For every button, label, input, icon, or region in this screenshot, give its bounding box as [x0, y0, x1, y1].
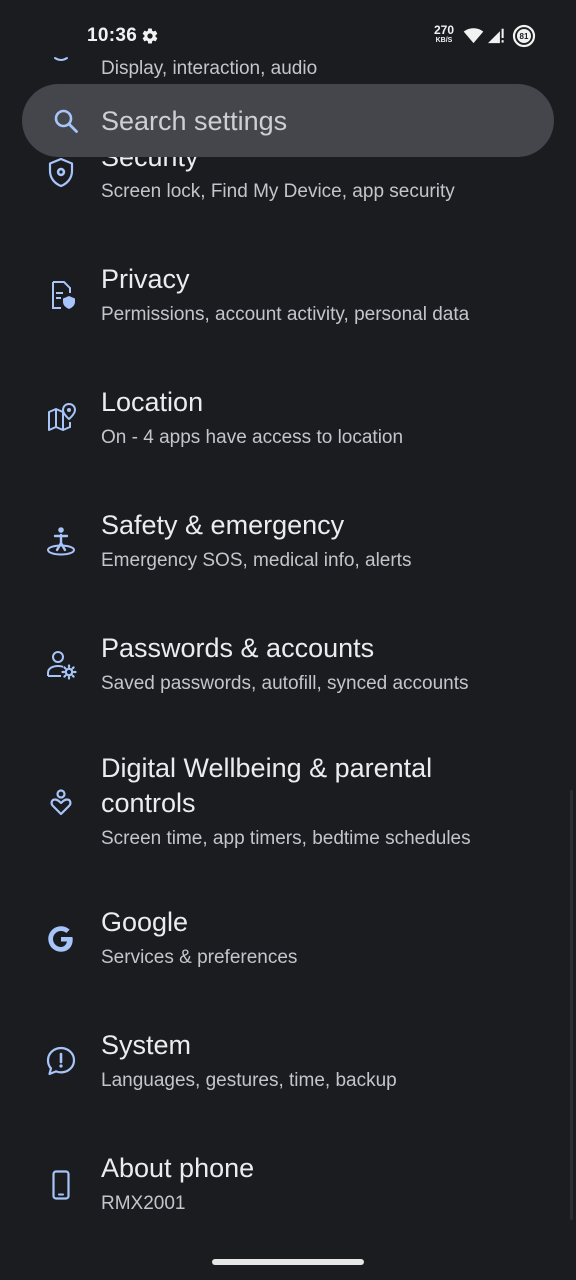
- privacy-icon: [44, 278, 78, 312]
- home-indicator[interactable]: [212, 1259, 364, 1265]
- settings-item-privacy[interactable]: Privacy Permissions, account activity, p…: [0, 262, 576, 372]
- scrollbar[interactable]: [570, 790, 573, 1220]
- settings-item-subtitle: Permissions, account activity, personal …: [101, 304, 470, 325]
- google-icon: [44, 922, 78, 956]
- settings-item-digital-wellbeing[interactable]: Digital Wellbeing & parental controls Sc…: [0, 751, 576, 891]
- settings-item-title-continued: controls: [101, 788, 196, 818]
- settings-screen: Display, interaction, audio Security Scr…: [0, 0, 576, 1280]
- safety-icon: [44, 524, 78, 558]
- settings-item-safety-emergency[interactable]: Safety & emergency Emergency SOS, medica…: [0, 508, 576, 618]
- settings-item-subtitle: Saved passwords, autofill, synced accoun…: [101, 673, 469, 694]
- search-icon: [54, 109, 78, 133]
- settings-item-title: Passwords & accounts: [101, 633, 375, 663]
- settings-item-title: Privacy: [101, 264, 190, 294]
- status-time: 10:36: [87, 25, 138, 46]
- search-input[interactable]: [101, 103, 521, 139]
- settings-item-title: Location: [101, 387, 204, 417]
- settings-item-subtitle: RMX2001: [101, 1193, 186, 1214]
- battery-level: 81: [520, 32, 529, 41]
- settings-item-passwords-accounts[interactable]: Passwords & accounts Saved passwords, au…: [0, 631, 576, 741]
- settings-item-about-phone[interactable]: About phone RMX2001: [0, 1151, 576, 1261]
- settings-item-title: Digital Wellbeing & parental: [101, 753, 433, 783]
- cell-signal-icon: [488, 28, 504, 44]
- search-bar[interactable]: [22, 84, 554, 157]
- settings-item-subtitle: Languages, gestures, time, backup: [101, 1070, 397, 1091]
- network-speed-unit: KB/S: [435, 37, 453, 44]
- wellbeing-icon: [44, 785, 78, 819]
- settings-item-subtitle: Screen time, app timers, bedtime schedul…: [101, 828, 471, 849]
- gear-icon: [142, 28, 158, 44]
- shield-icon: [44, 155, 78, 189]
- settings-item-subtitle: Emergency SOS, medical info, alerts: [101, 550, 412, 571]
- settings-item-subtitle: On - 4 apps have access to location: [101, 427, 404, 448]
- wifi-icon: [463, 28, 484, 44]
- settings-item-subtitle: Screen lock, Find My Device, app securit…: [101, 181, 455, 202]
- settings-item-location[interactable]: Location On - 4 apps have access to loca…: [0, 385, 576, 495]
- settings-item-title: System: [101, 1030, 192, 1060]
- network-speed: 270 KB/S: [432, 24, 456, 44]
- battery-icon: 81: [512, 24, 536, 48]
- settings-item-google[interactable]: Google Services & preferences: [0, 905, 576, 1015]
- system-info-icon: [44, 1044, 78, 1078]
- status-bar: 10:36 270 KB/S 81: [0, 0, 576, 64]
- settings-item-subtitle: Services & preferences: [101, 947, 298, 968]
- account-settings-icon: [44, 647, 78, 681]
- location-map-icon: [44, 401, 78, 435]
- phone-icon: [44, 1168, 78, 1202]
- network-speed-value: 270: [433, 23, 455, 37]
- settings-item-title: About phone: [101, 1153, 255, 1183]
- settings-item-title: Safety & emergency: [101, 510, 345, 540]
- settings-item-system[interactable]: System Languages, gestures, time, backup: [0, 1028, 576, 1138]
- settings-item-title: Google: [101, 907, 189, 937]
